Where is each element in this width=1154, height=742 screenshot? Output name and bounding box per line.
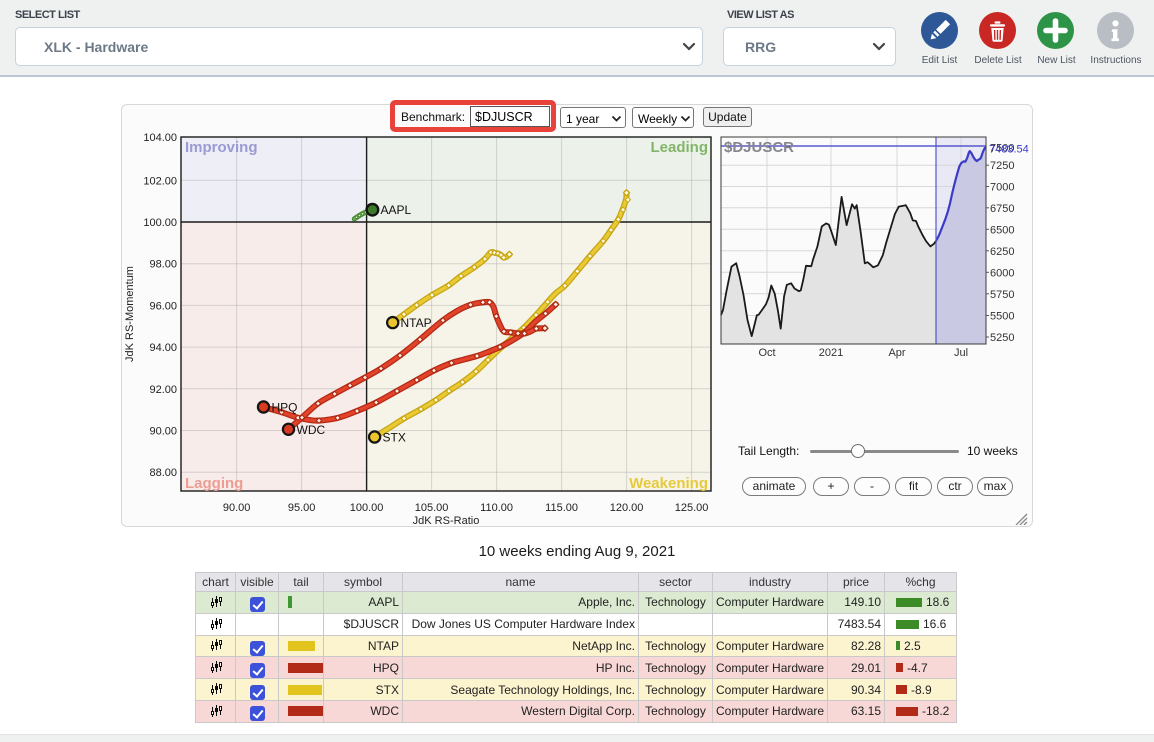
- svg-text:100.00: 100.00: [143, 217, 177, 229]
- svg-text:5250: 5250: [990, 332, 1014, 344]
- svg-text:AAPL: AAPL: [381, 203, 412, 217]
- svg-text:WDC: WDC: [297, 423, 326, 437]
- svg-text:7000: 7000: [990, 182, 1014, 194]
- svg-text:100.00: 100.00: [350, 502, 384, 514]
- svg-text:5750: 5750: [990, 289, 1014, 301]
- svg-text:Weakening: Weakening: [629, 475, 708, 492]
- svg-text:95.00: 95.00: [288, 502, 316, 514]
- svg-text:105.00: 105.00: [415, 502, 449, 514]
- svg-text:92.00: 92.00: [149, 384, 177, 396]
- svg-text:110.00: 110.00: [480, 502, 513, 514]
- svg-text:Jul: Jul: [954, 347, 968, 359]
- svg-text:115.00: 115.00: [545, 502, 578, 514]
- svg-text:$DJUSCR: $DJUSCR: [724, 139, 794, 156]
- svg-text:6250: 6250: [990, 246, 1014, 258]
- svg-text:STX: STX: [383, 431, 406, 445]
- svg-text:104.00: 104.00: [143, 132, 177, 144]
- svg-text:6500: 6500: [990, 224, 1014, 236]
- svg-text:102.00: 102.00: [143, 175, 177, 187]
- svg-text:NTAP: NTAP: [401, 316, 432, 330]
- svg-text:HPQ: HPQ: [272, 401, 298, 415]
- svg-text:98.00: 98.00: [149, 259, 177, 271]
- svg-text:Lagging: Lagging: [185, 475, 243, 492]
- svg-text:7483.54: 7483.54: [989, 144, 1029, 156]
- svg-text:JdK RS-Momentum: JdK RS-Momentum: [124, 266, 136, 362]
- svg-text:120.00: 120.00: [610, 502, 644, 514]
- svg-text:Leading: Leading: [650, 139, 708, 156]
- svg-text:96.00: 96.00: [149, 300, 177, 312]
- svg-text:88.00: 88.00: [149, 467, 177, 479]
- svg-text:Oct: Oct: [758, 347, 775, 359]
- svg-text:2021: 2021: [819, 347, 843, 359]
- svg-text:Improving: Improving: [185, 139, 258, 156]
- svg-text:125.00: 125.00: [675, 502, 709, 514]
- svg-text:6000: 6000: [990, 267, 1014, 279]
- svg-text:90.00: 90.00: [223, 502, 251, 514]
- svg-text:94.00: 94.00: [149, 342, 177, 354]
- svg-text:90.00: 90.00: [149, 426, 177, 438]
- svg-text:7250: 7250: [990, 160, 1014, 172]
- svg-text:JdK RS-Ratio: JdK RS-Ratio: [413, 515, 480, 527]
- svg-text:5500: 5500: [990, 311, 1014, 323]
- svg-text:6750: 6750: [990, 203, 1014, 215]
- svg-text:Apr: Apr: [888, 347, 905, 359]
